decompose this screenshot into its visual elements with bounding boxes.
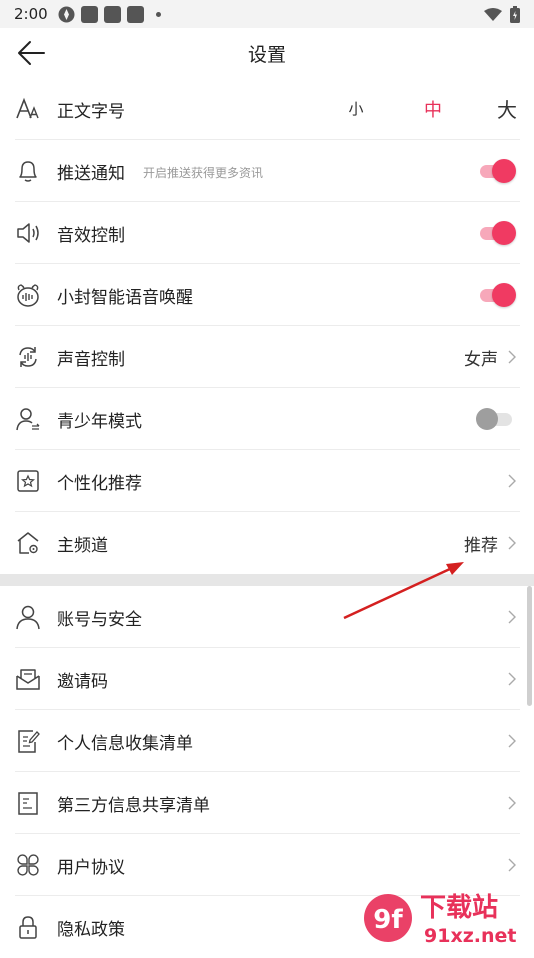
voice-control-label: 声音控制: [57, 350, 125, 370]
chevron-right-icon: [508, 734, 516, 748]
svg-text:9f: 9f: [373, 905, 403, 935]
app-notification-icon: [58, 6, 75, 23]
push-notification-row: 推送通知 开启推送获得更多资讯: [15, 140, 520, 202]
personalized-row[interactable]: 个性化推荐: [15, 450, 520, 512]
user-agreement-label: 用户协议: [57, 858, 125, 878]
scrollbar[interactable]: [527, 586, 532, 706]
font-size-medium-option[interactable]: 中: [422, 96, 444, 122]
third-party-sharing-row[interactable]: 第三方信息共享清单: [15, 772, 520, 834]
invite-code-label: 邀请码: [57, 672, 108, 692]
user-icon: [16, 605, 40, 630]
personal-info-list-row[interactable]: 个人信息收集清单: [15, 710, 520, 772]
main-channel-label: 主频道: [57, 536, 108, 556]
app-icon-2: [104, 6, 121, 23]
voice-wake-row: 小封智能语音唤醒: [15, 264, 520, 326]
font-size-label: 正文字号: [57, 102, 125, 122]
wifi-icon: [484, 7, 502, 21]
star-badge-icon: [17, 470, 39, 492]
settings-list: 正文字号 小 中 大 推送通知 开启推送获得更多资讯 音效控制 小封智能语音唤醒…: [0, 78, 534, 958]
push-notification-label: 推送通知: [57, 164, 125, 184]
sound-effect-row: 音效控制: [15, 202, 520, 264]
notification-icons: [58, 6, 161, 23]
voice-assistant-icon: [17, 284, 39, 307]
main-channel-row[interactable]: 主频道 推荐: [15, 512, 520, 574]
sound-effect-toggle[interactable]: [480, 221, 516, 245]
svg-text:91xz.net: 91xz.net: [424, 925, 516, 947]
sound-effect-label: 音效控制: [57, 226, 125, 246]
personalized-label: 个性化推荐: [57, 474, 142, 494]
voice-control-row[interactable]: 声音控制 女声: [15, 326, 520, 388]
speaker-icon: [17, 223, 39, 243]
font-size-options: 小 中 大: [346, 94, 518, 123]
status-bar: 2:00: [0, 0, 534, 28]
invite-code-row[interactable]: 邀请码: [15, 648, 520, 710]
font-size-row: 正文字号 小 中 大: [15, 78, 520, 140]
app-header: 设置: [0, 28, 534, 78]
app-icon-1: [81, 6, 98, 23]
app-icon-3: [127, 6, 144, 23]
push-notification-hint: 开启推送获得更多资讯: [143, 166, 264, 180]
page-title: 设置: [247, 44, 286, 66]
voice-refresh-icon: [19, 347, 37, 367]
main-channel-value: 推荐: [464, 536, 498, 556]
chevron-right-icon: [508, 672, 516, 686]
chevron-right-icon: [508, 610, 516, 624]
chevron-right-icon: [508, 474, 516, 488]
bell-icon: [19, 161, 37, 182]
battery-icon: [510, 6, 520, 23]
document-edit-icon: [18, 730, 40, 753]
third-party-sharing-label: 第三方信息共享清单: [57, 796, 210, 816]
account-security-row[interactable]: 账号与安全: [15, 586, 520, 648]
push-notification-toggle[interactable]: [480, 159, 516, 183]
voice-wake-toggle[interactable]: [480, 283, 516, 307]
status-time: 2:00: [14, 5, 48, 23]
personal-info-list-label: 个人信息收集清单: [57, 734, 193, 754]
more-notifications-dot: [156, 12, 161, 17]
voice-wake-label: 小封智能语音唤醒: [57, 288, 193, 308]
font-size-icon: [16, 97, 39, 119]
document-list-icon: [18, 792, 38, 815]
watermark-logo: 9f 下载站 91xz.net: [364, 893, 516, 947]
youth-mode-row: 青少年模式: [15, 388, 520, 450]
chevron-right-icon: [508, 536, 516, 550]
font-size-small-option[interactable]: 小: [346, 98, 366, 119]
chevron-right-icon: [508, 858, 516, 872]
privacy-policy-label: 隐私政策: [57, 920, 125, 940]
account-security-label: 账号与安全: [57, 610, 142, 630]
svg-text:下载站: 下载站: [420, 893, 498, 923]
section-divider: [0, 574, 534, 586]
youth-mode-label: 青少年模式: [57, 412, 142, 432]
youth-user-icon: [16, 408, 40, 431]
voice-control-value: 女声: [464, 350, 498, 370]
chevron-right-icon: [508, 350, 516, 364]
youth-mode-toggle[interactable]: [476, 407, 514, 431]
user-agreement-row[interactable]: 用户协议: [15, 834, 520, 896]
home-settings-icon: [17, 532, 39, 554]
lock-icon: [19, 916, 37, 939]
envelope-icon: [16, 669, 40, 690]
four-leaf-icon: [17, 854, 39, 876]
chevron-right-icon: [508, 796, 516, 810]
font-size-large-option[interactable]: 大: [496, 94, 518, 123]
